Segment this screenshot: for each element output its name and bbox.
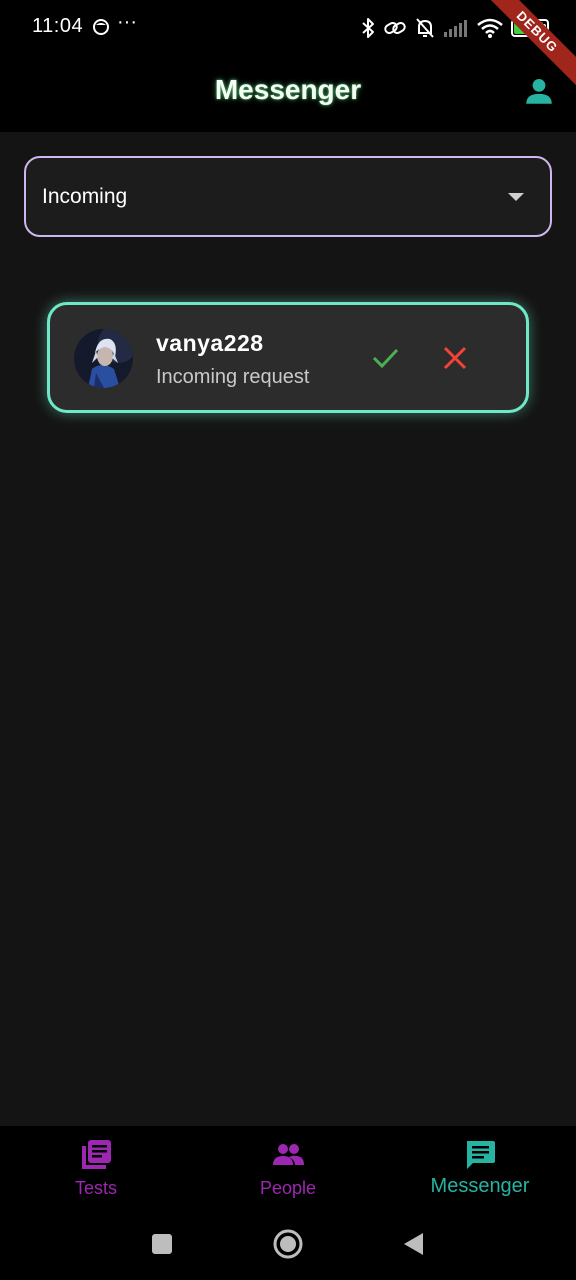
messenger-screen: 11:04 ··· DEBUG Messenger Incoming vanya…: [0, 0, 576, 1280]
request-status: Incoming request: [156, 366, 310, 388]
back-button[interactable]: [401, 1231, 425, 1257]
bluetooth-icon: [362, 18, 374, 38]
home-button[interactable]: [273, 1229, 303, 1259]
nav-item-tests[interactable]: Tests: [0, 1126, 192, 1218]
page-title: Messenger: [214, 74, 362, 105]
nav-label-tests: Tests: [74, 1178, 117, 1198]
nav-item-people[interactable]: People: [192, 1126, 384, 1218]
chat-icon: [467, 1141, 495, 1169]
avatar-image: [74, 329, 133, 388]
people-icon: [273, 1144, 304, 1165]
nav-label-people: People: [259, 1178, 317, 1198]
link-icon: [384, 22, 406, 34]
more-notifications-indicator: ···: [117, 11, 137, 33]
bell-off-icon: [416, 18, 434, 38]
status-time: 11:04: [32, 15, 84, 37]
request-filter-dropdown[interactable]: Incoming: [24, 156, 552, 237]
article-icon: [82, 1140, 111, 1169]
dropdown-selected-value: Incoming: [42, 185, 128, 208]
close-icon[interactable]: [442, 345, 468, 371]
bottom-navigation: Tests People Messenger: [0, 1126, 576, 1218]
avatar: [74, 329, 133, 388]
nav-item-messenger[interactable]: Messenger: [384, 1126, 576, 1218]
dropdown-arrow-icon: [508, 193, 524, 201]
status-bar: 11:04 ···: [0, 0, 576, 56]
recent-apps-button[interactable]: [152, 1234, 172, 1254]
face-status-icon: [93, 19, 109, 35]
nav-label-messenger: Messenger: [430, 1175, 530, 1197]
request-card: vanya228 Incoming request: [47, 302, 529, 413]
system-navigation-bar: [0, 1218, 576, 1280]
wifi-icon: [477, 18, 503, 38]
signal-icon: [444, 20, 467, 37]
check-icon[interactable]: [370, 343, 400, 373]
app-bar: Messenger: [0, 56, 576, 132]
person-icon[interactable]: [522, 74, 556, 108]
request-username: vanya228: [156, 330, 264, 356]
